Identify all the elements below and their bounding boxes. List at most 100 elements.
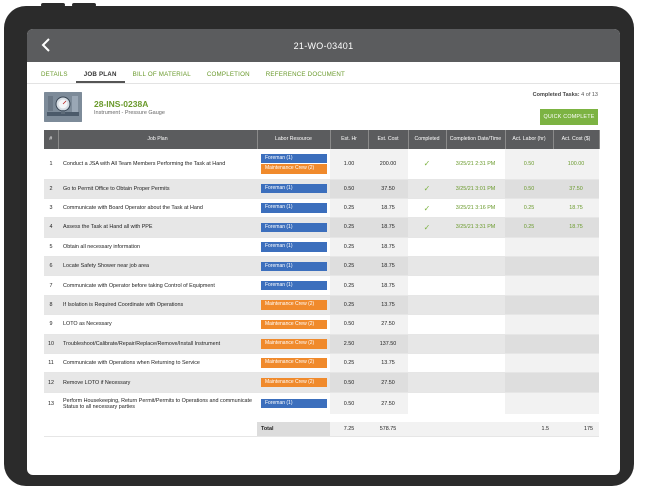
labor-resource-cell: Foreman (1) (257, 179, 330, 199)
row-number: 13 (44, 392, 58, 419)
completed-cell[interactable] (408, 256, 446, 277)
act-labor: 0.25 (505, 198, 553, 219)
est-cost: 27.50 (368, 392, 408, 419)
table-row[interactable]: 12 Remove LOTO if Necessary Maintenance Cr… (44, 372, 599, 393)
est-cost: 18.75 (368, 237, 408, 258)
act-cost (553, 256, 599, 277)
labor-foreman-badge[interactable]: Foreman (1) (261, 183, 327, 194)
table-row[interactable]: 4 Assess the Task at Hand all with PPE For… (44, 217, 599, 238)
completed-cell[interactable] (408, 295, 446, 316)
completed-cell[interactable] (408, 237, 446, 258)
table-row[interactable]: 2 Go to Permit Office to Obtain Proper Pe… (44, 179, 599, 199)
labor-foreman-badge[interactable]: Foreman (1) (261, 280, 327, 291)
checkmark-icon: ✓ (423, 222, 431, 232)
est-cost: 18.75 (368, 217, 408, 238)
total-est-hr: 7.25 (330, 414, 368, 437)
act-cost (553, 275, 599, 296)
est-cost: 13.75 (368, 353, 408, 374)
labor-foreman-badge[interactable]: Foreman (1) (261, 222, 327, 233)
est-hr: 0.25 (330, 198, 368, 219)
totals-spacer (44, 414, 58, 437)
table-header-row: # Job Plan Labor Resource Est. Hr Est. C… (44, 130, 600, 149)
col-header-job-plan: Job Plan (58, 130, 258, 149)
labor-resource-cell: Maintenance Crew (2) (257, 334, 330, 355)
labor-foreman-badge[interactable]: Foreman (1) (261, 261, 327, 271)
est-hr: 2.50 (330, 334, 368, 355)
tab-reference-document[interactable]: REFERENCE DOCUMENT (258, 71, 353, 83)
completed-cell[interactable] (408, 334, 446, 355)
tab-bar: DETAILS JOB PLAN BILL OF MATERIAL COMPLE… (27, 62, 620, 84)
act-cost (553, 295, 599, 316)
completed-cell[interactable] (408, 392, 446, 419)
col-header-act-cost: Act. Cost ($) (553, 130, 600, 149)
labor-crew-badge[interactable]: Maintenance Crew (2) (261, 339, 327, 349)
tab-job-plan[interactable]: JOB PLAN (75, 71, 125, 83)
labor-resource-cell: Maintenance Crew (2) (257, 314, 330, 335)
table-row[interactable]: 9 LOTO as Necessary Maintenance Crew (2) 0.… (44, 314, 599, 335)
completed-cell[interactable]: ✓ (408, 198, 446, 219)
table-row[interactable]: 11 Communicate with Operations when Retur… (44, 353, 599, 374)
work-order-title: 21-WO-03401 (293, 40, 354, 51)
title-bar: 21-WO-03401 (27, 29, 620, 62)
est-cost: 37.50 (368, 179, 408, 199)
est-cost: 18.75 (368, 256, 408, 277)
est-cost: 18.75 (368, 275, 408, 296)
table-row[interactable]: 13 Perform Housekeeping, Return Permit/Pe… (44, 392, 599, 419)
est-hr: 0.25 (330, 237, 368, 258)
completed-cell[interactable] (408, 314, 446, 335)
tab-details[interactable]: DETAILS (33, 71, 76, 83)
completion-date: 3/25/21 2:31 PM (446, 149, 505, 180)
col-header-completed: Completed (408, 130, 447, 149)
table-row[interactable]: 10 Troubleshoot/Calibrate/Repair/Replace/… (44, 334, 599, 355)
row-number: 4 (44, 217, 58, 238)
est-cost: 27.50 (368, 372, 408, 393)
est-hr: 0.50 (330, 179, 368, 199)
labor-foreman-badge[interactable]: Foreman (1) (261, 203, 327, 213)
tab-completion[interactable]: COMPLETION (199, 71, 258, 83)
labor-crew-badge[interactable]: Maintenance Crew (2) (261, 319, 327, 330)
quick-complete-button[interactable]: QUICK COMPLETE (540, 109, 598, 125)
row-number: 12 (44, 372, 58, 393)
back-arrow-icon[interactable] (39, 37, 55, 53)
table-row[interactable]: 5 Obtain all necessary information Foreman… (44, 237, 599, 258)
table-row[interactable]: 1 Conduct a JSA with All Team Members Per… (44, 149, 599, 180)
job-plan-step: Locate Safety Shower near job area (58, 256, 257, 277)
table-row[interactable]: 3 Communicate with Board Operator about t… (44, 198, 599, 219)
completed-cell[interactable] (408, 275, 446, 296)
est-hr: 0.25 (330, 353, 368, 374)
completed-cell[interactable]: ✓ (408, 179, 446, 199)
completion-date (446, 334, 505, 355)
labor-foreman-badge[interactable]: Foreman (1) (261, 398, 327, 409)
labor-resource-cell: Maintenance Crew (2) (257, 295, 330, 316)
table-row[interactable]: 8 If Isolation is Required Coordinate wit… (44, 295, 599, 316)
completed-cell[interactable] (408, 372, 446, 393)
labor-crew-badge[interactable]: Maintenance Crew (2) (261, 164, 327, 174)
tab-bill-of-material[interactable]: BILL OF MATERIAL (125, 71, 199, 83)
job-plan-step: Perform Housekeeping, Return Permit/Perm… (58, 392, 257, 419)
row-number: 6 (44, 256, 58, 277)
row-number: 10 (44, 334, 58, 355)
col-header-est-hr: Est. Hr (330, 130, 369, 149)
checkmark-icon: ✓ (423, 203, 431, 213)
asset-photo (44, 92, 82, 122)
labor-crew-badge[interactable]: Maintenance Crew (2) (261, 377, 327, 388)
est-hr: 0.25 (330, 217, 368, 238)
est-hr: 0.25 (330, 256, 368, 277)
labor-foreman-badge[interactable]: Foreman (1) (261, 153, 327, 164)
completion-date (446, 314, 505, 335)
labor-resource-cell: Maintenance Crew (2) (257, 372, 330, 393)
completed-cell[interactable] (408, 353, 446, 374)
table-row[interactable]: 6 Locate Safety Shower near job area Forem… (44, 256, 599, 277)
completed-cell[interactable]: ✓ (408, 217, 446, 238)
table-row[interactable]: 7 Communicate with Operator before taking… (44, 275, 599, 296)
act-labor: 0.50 (505, 179, 553, 199)
act-labor (505, 295, 553, 316)
row-number: 2 (44, 179, 58, 199)
est-hr: 0.25 (330, 275, 368, 296)
labor-crew-badge[interactable]: Maintenance Crew (2) (261, 300, 327, 310)
est-cost: 27.50 (368, 314, 408, 335)
job-plan-step: Obtain all necessary information (58, 237, 257, 258)
labor-crew-badge[interactable]: Maintenance Crew (2) (261, 358, 327, 368)
completed-cell[interactable]: ✓ (408, 149, 446, 180)
labor-foreman-badge[interactable]: Foreman (1) (261, 242, 327, 252)
